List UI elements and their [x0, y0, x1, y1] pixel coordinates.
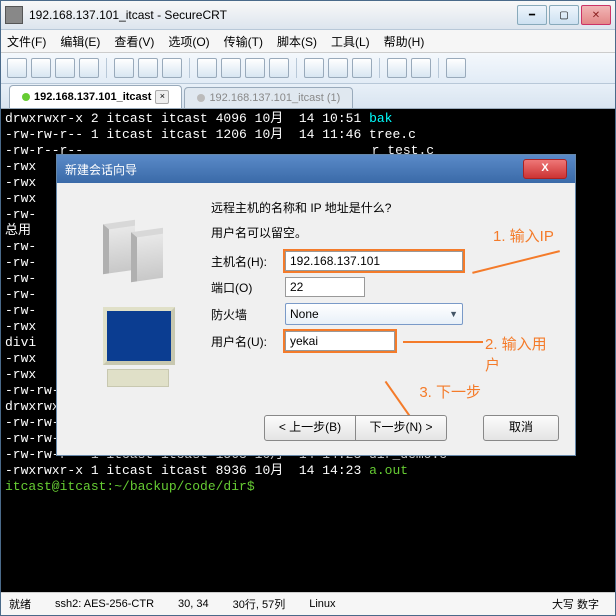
toolbar-btn-6[interactable] — [138, 58, 158, 78]
toolbar-btn-5[interactable] — [114, 58, 134, 78]
minimize-button[interactable]: ━ — [517, 5, 547, 25]
hostname-input[interactable] — [285, 251, 463, 271]
toolbar-btn-10[interactable] — [245, 58, 265, 78]
dialog-titlebar: 新建会话向导 X — [57, 155, 575, 183]
toolbar-btn-13[interactable] — [328, 58, 348, 78]
menu-file[interactable]: 文件(F) — [7, 33, 46, 50]
toolbar-btn-1[interactable] — [7, 58, 27, 78]
new-session-dialog: 新建会话向导 X 远程主机的名称和 IP 地址是什么? 用户名可以留空。 主机名… — [56, 154, 576, 456]
menu-script[interactable]: 脚本(S) — [277, 33, 317, 50]
status-ready: 就绪 — [9, 596, 31, 612]
toolbar-btn-17[interactable] — [446, 58, 466, 78]
app-icon — [5, 6, 23, 24]
toolbar-btn-2[interactable] — [31, 58, 51, 78]
back-button[interactable]: < 上一步(B) — [264, 415, 356, 441]
chevron-down-icon: ▼ — [449, 309, 458, 319]
menubar: 文件(F) 编辑(E) 查看(V) 选项(O) 传输(T) 脚本(S) 工具(L… — [1, 30, 615, 53]
status-rowcol: 30行, 57列 — [233, 596, 286, 612]
toolbar-btn-4[interactable] — [79, 58, 99, 78]
toolbar-btn-15[interactable] — [387, 58, 407, 78]
status-dot-icon — [197, 94, 205, 102]
dialog-close-button[interactable]: X — [523, 159, 567, 179]
annotation-2: 2. 输入用户 — [485, 333, 559, 375]
statusbar: 就绪 ssh2: AES-256-CTR 30, 34 30行, 57列 Lin… — [1, 592, 615, 615]
status-pos: 30, 34 — [178, 598, 209, 610]
next-button[interactable]: 下一步(N) > — [355, 415, 447, 441]
titlebar: 192.168.137.101_itcast - SecureCRT ━ ▢ ✕ — [1, 1, 615, 30]
username-label: 用户名(U): — [211, 333, 285, 350]
maximize-button[interactable]: ▢ — [549, 5, 579, 25]
toolbar-btn-8[interactable] — [197, 58, 217, 78]
toolbar-btn-3[interactable] — [55, 58, 75, 78]
toolbar-btn-12[interactable] — [304, 58, 324, 78]
toolbar-btn-11[interactable] — [269, 58, 289, 78]
hostname-label: 主机名(H): — [211, 253, 285, 270]
status-caps: 大写 数字 — [552, 596, 599, 612]
computer-icon — [103, 307, 173, 387]
firewall-label: 防火墙 — [211, 306, 285, 323]
menu-options[interactable]: 选项(O) — [168, 33, 209, 50]
tab-strip: 192.168.137.101_itcast × 192.168.137.101… — [1, 84, 615, 109]
toolbar-btn-16[interactable] — [411, 58, 431, 78]
cancel-button[interactable]: 取消 — [483, 415, 559, 441]
dialog-question: 远程主机的名称和 IP 地址是什么? — [211, 199, 559, 216]
dialog-hint: 用户名可以留空。 — [211, 224, 559, 241]
firewall-value: None — [290, 307, 319, 321]
status-ssh: ssh2: AES-256-CTR — [55, 598, 154, 610]
menu-tools[interactable]: 工具(L) — [331, 33, 370, 50]
toolbar-btn-7[interactable] — [162, 58, 182, 78]
server-icon — [103, 212, 173, 282]
close-button[interactable]: ✕ — [581, 5, 611, 25]
toolbar-btn-14[interactable] — [352, 58, 372, 78]
dialog-title: 新建会话向导 — [65, 161, 523, 178]
menu-edit[interactable]: 编辑(E) — [60, 33, 100, 50]
toolbar-btn-9[interactable] — [221, 58, 241, 78]
tab-active[interactable]: 192.168.137.101_itcast × — [9, 85, 182, 108]
tab-close-icon[interactable]: × — [155, 90, 169, 104]
tab-inactive-label: 192.168.137.101_itcast (1) — [209, 92, 340, 104]
firewall-select[interactable]: None ▼ — [285, 303, 463, 325]
port-input[interactable] — [285, 277, 365, 297]
menu-view[interactable]: 查看(V) — [114, 33, 154, 50]
toolbar — [1, 53, 615, 84]
tab-active-label: 192.168.137.101_itcast — [34, 91, 151, 103]
port-label: 端口(O) — [211, 279, 285, 296]
menu-help[interactable]: 帮助(H) — [384, 33, 425, 50]
username-input[interactable] — [285, 331, 395, 351]
status-os: Linux — [309, 598, 335, 610]
status-dot-icon — [22, 93, 30, 101]
window-title: 192.168.137.101_itcast - SecureCRT — [29, 8, 515, 22]
tab-inactive[interactable]: 192.168.137.101_itcast (1) — [184, 87, 353, 108]
menu-transfer[interactable]: 传输(T) — [224, 33, 263, 50]
